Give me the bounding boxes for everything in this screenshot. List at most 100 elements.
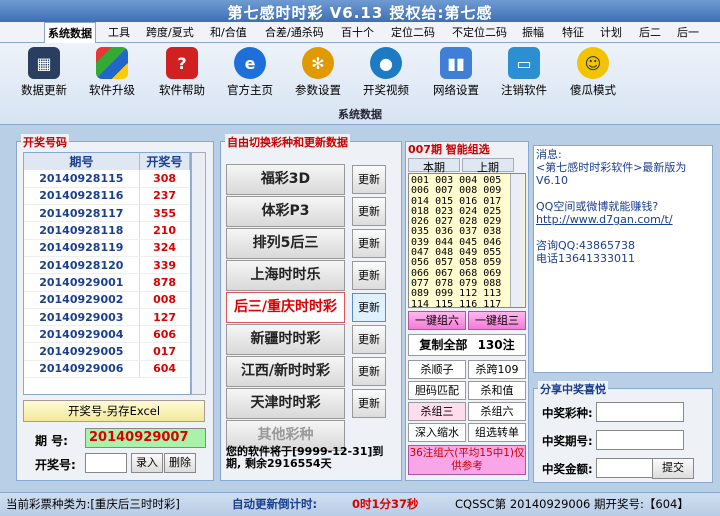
update-button[interactable]: 更新 <box>352 165 386 194</box>
lottery-type-button[interactable]: 福彩3D <box>226 164 345 195</box>
menu-span[interactable]: 跨度/夏式 <box>143 22 197 43</box>
number-cell: 604 <box>139 360 190 379</box>
history-scrollbar[interactable] <box>191 152 206 395</box>
period-cell: 20140929006 <box>24 360 140 379</box>
menu-bar: 系统数据 工具 跨度/夏式 和/合值 合差/通杀码 百十个 定位二码 不定位二码… <box>0 22 720 43</box>
one-click-group3-button[interactable]: 一键组三 <box>468 311 526 330</box>
lottery-type-button[interactable]: 天津时时彩 <box>226 388 345 419</box>
message-link[interactable]: http://www.d7gan.com/t/ <box>536 213 710 226</box>
win-type-label: 中奖彩种: <box>542 406 593 420</box>
bet-count: 130注 <box>477 338 515 352</box>
menu-last2[interactable]: 后二 <box>636 22 664 43</box>
draw-number-label: 开奖号: <box>35 458 76 472</box>
network-settings-button[interactable]: ▮▮ 网络设置 <box>426 47 486 107</box>
draw-video-button[interactable]: ● 开奖视频 <box>356 47 416 107</box>
table-row[interactable]: 20140929003 127 <box>24 308 190 327</box>
menu-features[interactable]: 特征 <box>559 22 587 43</box>
menu-last1[interactable]: 后一 <box>674 22 702 43</box>
copy-all-button[interactable]: 复制全部 130注 <box>408 334 526 356</box>
table-row[interactable]: 20140929002 008 <box>24 291 190 309</box>
official-home-button[interactable]: e 官方主页 <box>220 47 280 107</box>
menu-tools[interactable]: 工具 <box>105 22 133 43</box>
kill-group6-button[interactable]: 杀组六 <box>468 402 526 421</box>
simple-mode-button[interactable]: ☺ 傻瓜模式 <box>562 47 624 107</box>
number-cell: 017 <box>139 342 190 361</box>
table-row[interactable]: 20140928119 324 <box>24 239 190 257</box>
period-cell: 20140928120 <box>24 256 140 275</box>
gears-icon: ✻ <box>302 47 334 79</box>
table-row[interactable]: 20140928120 339 <box>24 256 190 275</box>
table-row[interactable]: 20140928117 355 <box>24 204 190 223</box>
period-cell: 20140929002 <box>24 291 140 309</box>
bile-match-button[interactable]: 胆码匹配 <box>408 381 466 400</box>
update-button[interactable]: 更新 <box>352 357 386 386</box>
convert-single-button[interactable]: 组选转单 <box>468 423 526 442</box>
menu-plan[interactable]: 计划 <box>597 22 625 43</box>
latest-issue-status: CQSSC第 20140929006 期开奖号:【604】 <box>455 497 689 511</box>
table-row[interactable]: 20140929006 604 <box>24 360 190 379</box>
webcam-icon: ● <box>370 47 402 79</box>
menu-sum[interactable]: 和/合值 <box>207 22 250 43</box>
combination-scrollbar[interactable] <box>510 174 524 307</box>
delete-button[interactable]: 删除 <box>164 453 196 473</box>
deep-shrink-button[interactable]: 深入缩水 <box>408 423 466 442</box>
menu-amplitude[interactable]: 振幅 <box>519 22 547 43</box>
period-cell: 20140928115 <box>24 170 140 188</box>
kill-sum-button[interactable]: 杀和值 <box>468 381 526 400</box>
menu-nonpos2[interactable]: 不定位二码 <box>449 22 510 43</box>
lottery-type-legend: 自由切换彩种和更新数据 <box>225 134 350 150</box>
lottery-type-button[interactable]: 上海时时乐 <box>226 260 345 291</box>
win-type-input[interactable] <box>596 402 684 422</box>
software-help-button[interactable]: ? 软件帮助 <box>152 47 212 107</box>
period-input[interactable]: 20140929007 <box>85 428 206 448</box>
combination-list[interactable]: 001 003 004 005 006 007 008 009 014 015 … <box>408 173 526 308</box>
win-amount-label: 中奖金额: <box>542 462 593 476</box>
number-cell: 008 <box>139 291 190 309</box>
table-row[interactable]: 20140928118 210 <box>24 221 190 240</box>
message-box: 消息: <第七感时时彩软件>最新版为V6.10 QQ空间或微博就能赚钱? htt… <box>533 145 713 373</box>
draw-number-input[interactable] <box>85 453 127 473</box>
software-upgrade-button[interactable]: 软件升级 <box>82 47 142 107</box>
lottery-type-button[interactable]: 江西/新时时彩 <box>226 356 345 387</box>
enter-button[interactable]: 录入 <box>131 453 163 473</box>
update-button[interactable]: 更新 <box>352 197 386 226</box>
kill-group3-button[interactable]: 杀组三 <box>408 402 466 421</box>
lottery-type-button[interactable]: 排列5后三 <box>226 228 345 259</box>
update-button[interactable]: 更新 <box>352 261 386 290</box>
lottery-type-button[interactable]: 后三/重庆时时彩 <box>226 292 345 323</box>
update-button[interactable]: 更新 <box>352 325 386 354</box>
kill-span-button[interactable]: 杀跨109 <box>468 360 526 379</box>
period-cell: 20140928117 <box>24 204 140 223</box>
lottery-type-button[interactable]: 新疆时时彩 <box>226 324 345 355</box>
col-number: 开奖号 <box>139 153 190 170</box>
windows-logo-icon <box>96 47 128 79</box>
win-period-input[interactable] <box>596 430 684 450</box>
table-row[interactable]: 20140929005 017 <box>24 342 190 361</box>
number-cell: 237 <box>139 187 190 206</box>
logout-button[interactable]: ▭ 注销软件 <box>494 47 554 107</box>
table-row[interactable]: 20140928115 308 <box>24 170 190 188</box>
lottery-type-panel: 自由切换彩种和更新数据 福彩3D 更新 体彩P3 更新 排列5后三 更新 上海时时乐 更新 后三… <box>220 134 402 481</box>
menu-system-data[interactable]: 系统数据 <box>44 22 96 43</box>
number-cell: 127 <box>139 308 190 327</box>
settings-button[interactable]: ✻ 参数设置 <box>288 47 348 107</box>
table-row[interactable]: 20140929004 606 <box>24 325 190 344</box>
menu-diff[interactable]: 合差/通杀码 <box>262 22 327 43</box>
data-update-button[interactable]: ▦ 数据更新 <box>14 47 74 107</box>
lottery-type-button[interactable]: 体彩P3 <box>226 196 345 227</box>
period-cell: 20140929005 <box>24 342 140 361</box>
kill-straight-button[interactable]: 杀顺子 <box>408 360 466 379</box>
number-cell: 210 <box>139 221 190 240</box>
export-excel-button[interactable]: 开奖号-另存Excel <box>23 400 205 422</box>
table-row[interactable]: 20140928116 237 <box>24 187 190 206</box>
update-button[interactable]: 更新 <box>352 293 386 322</box>
col-this-period[interactable]: 本期 <box>408 158 460 174</box>
menu-pos2[interactable]: 定位二码 <box>388 22 438 43</box>
one-click-group6-button[interactable]: 一键组六 <box>408 311 466 330</box>
col-last-period[interactable]: 上期 <box>462 158 514 174</box>
submit-button[interactable]: 提交 <box>652 458 694 479</box>
update-button[interactable]: 更新 <box>352 229 386 258</box>
update-button[interactable]: 更新 <box>352 389 386 418</box>
menu-position[interactable]: 百十个 <box>338 22 377 43</box>
table-row[interactable]: 20140929001 878 <box>24 273 190 292</box>
